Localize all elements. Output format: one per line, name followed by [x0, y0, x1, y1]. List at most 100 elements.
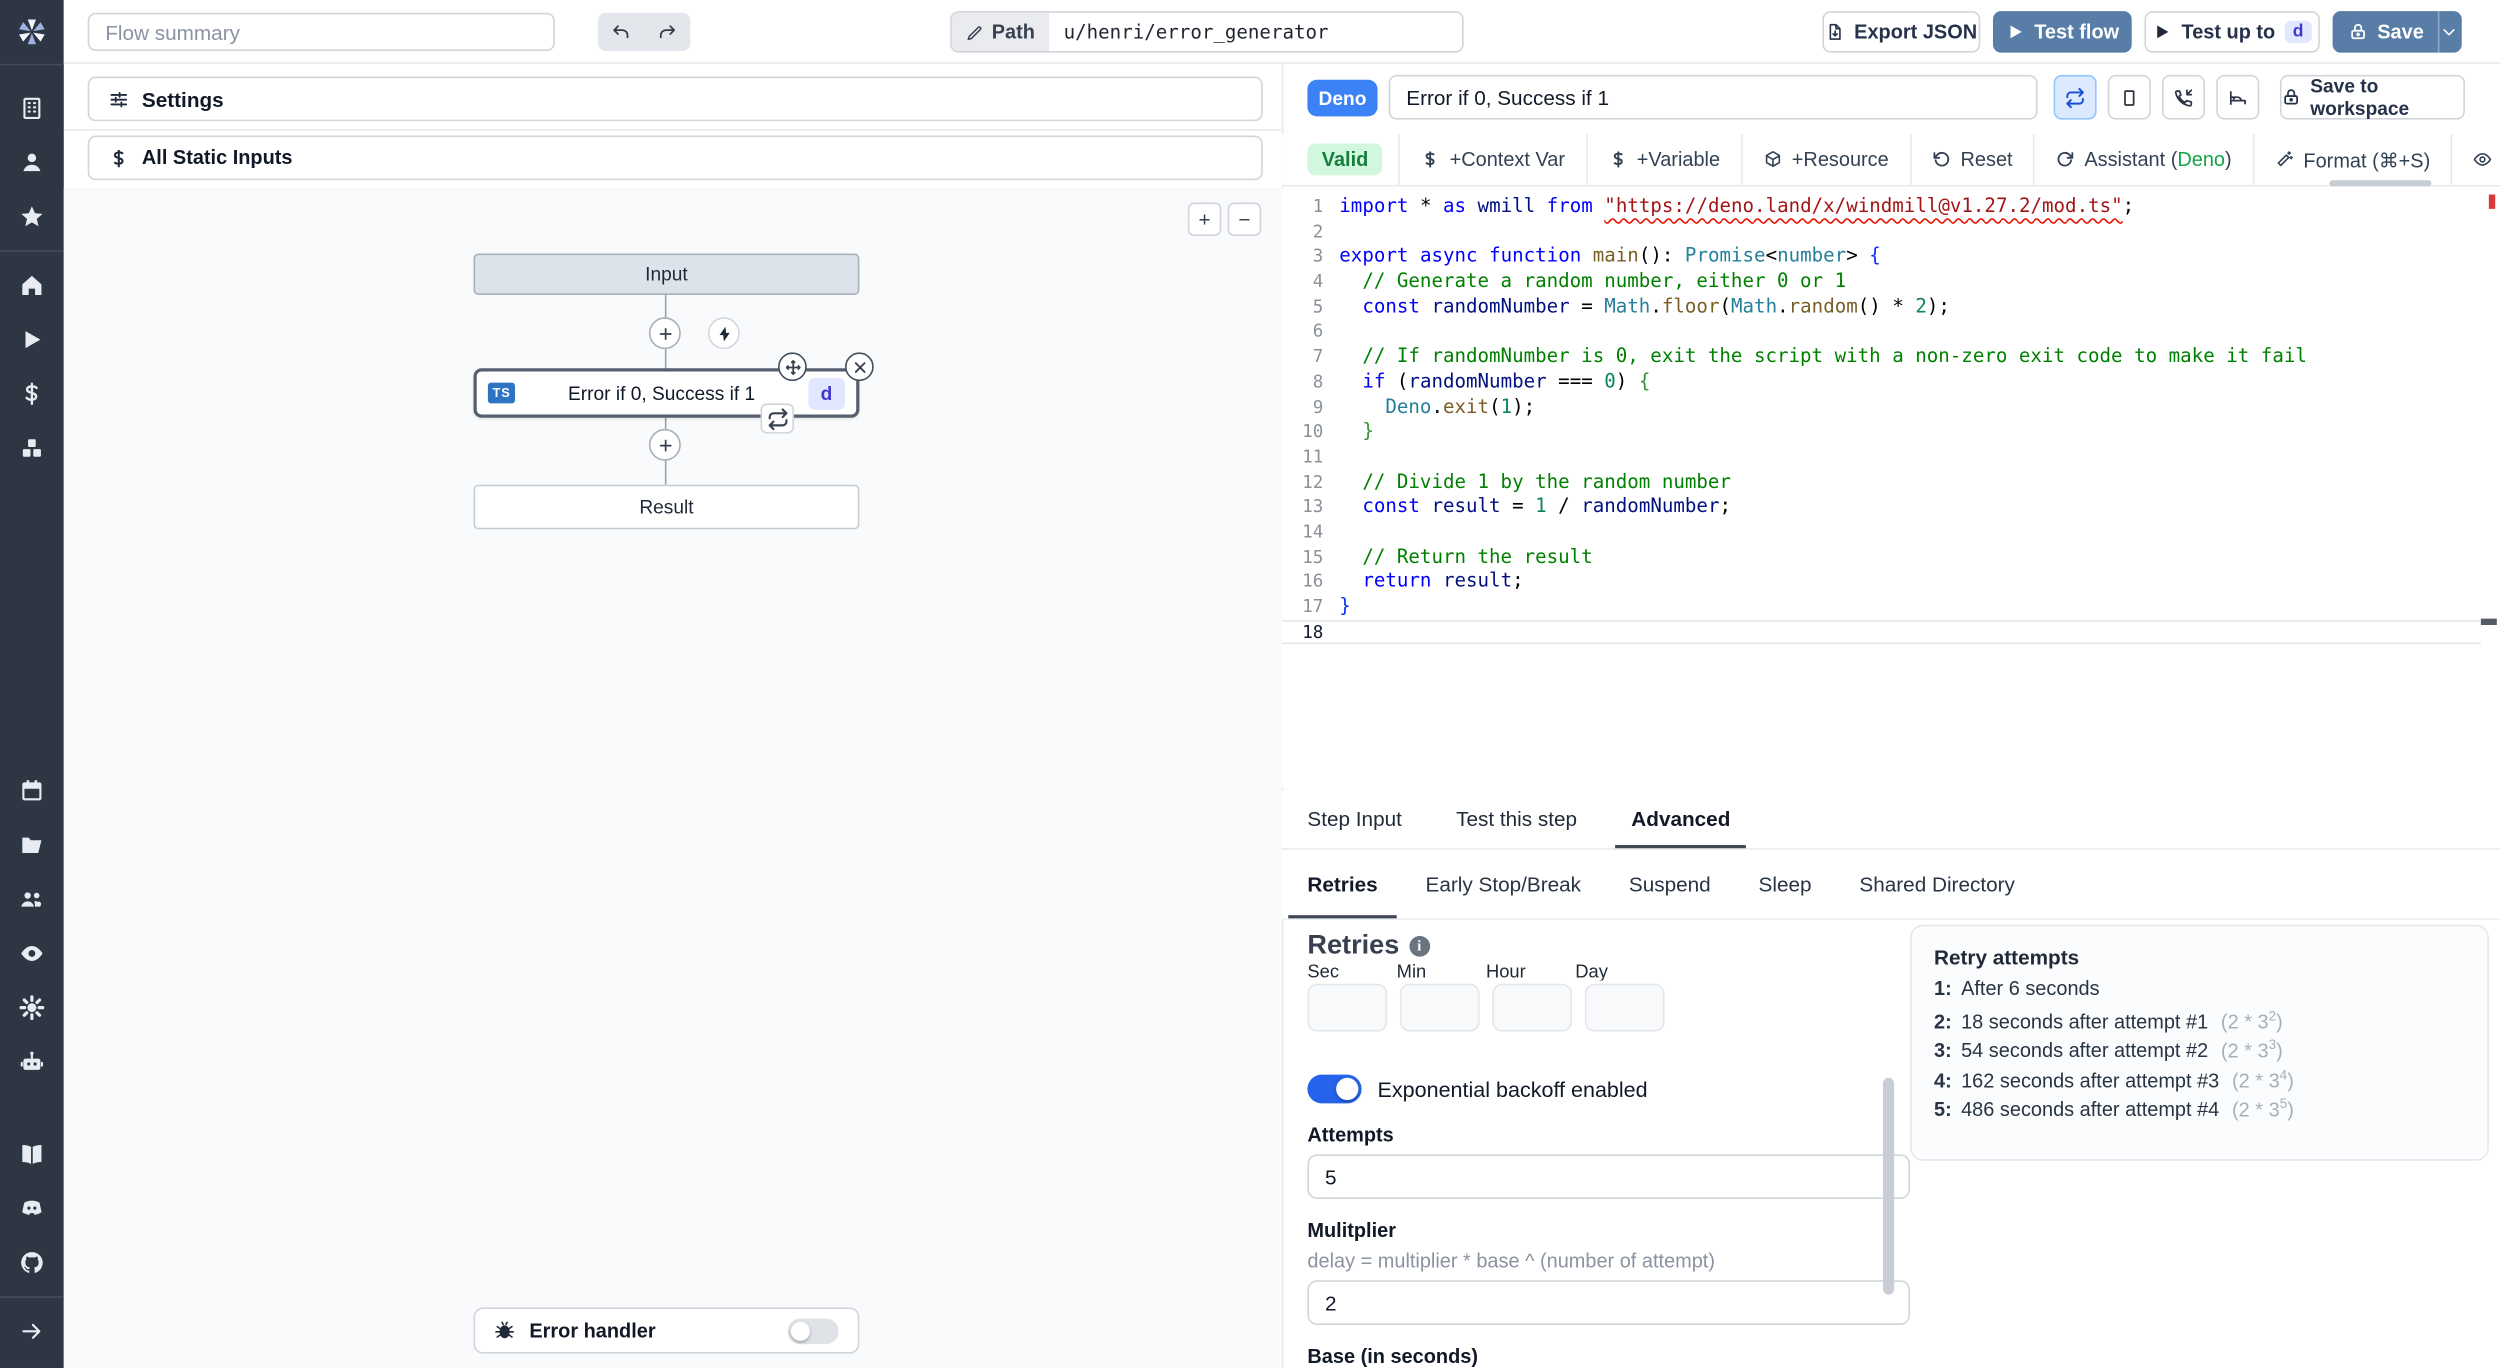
add-step-button[interactable]: [648, 317, 681, 350]
subtab-suspend[interactable]: Suspend: [1629, 872, 1711, 918]
export-json-button[interactable]: Export JSON: [1822, 11, 1981, 53]
flow-summary-input[interactable]: [87, 12, 555, 52]
tab-step-input[interactable]: Step Input: [1307, 807, 1402, 848]
step-id-badge: d: [807, 377, 846, 409]
add-resource-button[interactable]: +Resource: [1742, 148, 1909, 171]
dollar-icon: [1608, 150, 1627, 169]
error-handler-row[interactable]: Error handler: [473, 1307, 860, 1354]
format-button[interactable]: Format (⌘+S): [2254, 147, 2451, 171]
suspend-quick-button[interactable]: [2161, 74, 2206, 120]
app-sidebar: [0, 0, 64, 1368]
flow-settings-label: Settings: [141, 86, 224, 111]
step-retry-indicator[interactable]: [760, 403, 795, 434]
path-field[interactable]: Path u/henri/error_generator: [950, 11, 1464, 53]
assistant-button[interactable]: Assistant (Deno): [2035, 148, 2253, 171]
multiplier-input[interactable]: [1307, 1280, 1911, 1325]
retries-quick-button[interactable]: [2053, 74, 2097, 120]
info-icon[interactable]: i: [1408, 935, 1430, 956]
user-icon[interactable]: [0, 139, 64, 187]
editor-toolbar: Valid +Context Var +Variable +Resource R…: [1281, 133, 2500, 187]
audit-eye-icon[interactable]: [0, 930, 64, 978]
subtab-retries[interactable]: Retries: [1288, 872, 1397, 919]
rotate-ccw-icon: [1932, 150, 1951, 169]
subtab-shared-directory[interactable]: Shared Directory: [1859, 872, 2015, 918]
tab-advanced[interactable]: Advanced: [1615, 807, 1747, 849]
phone-icon: [2173, 87, 2194, 108]
docs-book-icon[interactable]: [0, 1130, 64, 1178]
add-variable-button[interactable]: +Variable: [1587, 148, 1740, 171]
retries-heading: Retries i: [1307, 930, 1894, 962]
redo-icon[interactable]: [644, 13, 690, 51]
save-to-workspace-button[interactable]: Save to workspace: [2279, 74, 2465, 120]
flow-graph-canvas[interactable]: [63, 188, 1282, 1368]
groups-icon[interactable]: [0, 875, 64, 923]
attempts-label: Attempts: [1307, 1124, 1394, 1147]
path-value[interactable]: u/henri/error_generator: [1049, 13, 1343, 51]
all-static-inputs-row[interactable]: All Static Inputs: [87, 135, 1263, 181]
graph-result-node[interactable]: Result: [473, 484, 860, 530]
retries-panel: Retries i Sec Min Hour Day Exponential b…: [1307, 930, 1911, 1368]
runs-play-icon[interactable]: [0, 316, 64, 364]
zoom-in-button[interactable]: +: [1187, 202, 1222, 236]
repeat-icon: [766, 407, 788, 430]
subtab-early-stop[interactable]: Early Stop/Break: [1426, 872, 1582, 918]
test-up-to-button[interactable]: Test up to d: [2144, 11, 2320, 53]
expand-sidebar-icon[interactable]: [0, 1307, 64, 1355]
undo-icon[interactable]: [598, 13, 644, 51]
retry-hour-input[interactable]: [1492, 983, 1573, 1032]
step-tabs: Step Input Test this step Advanced: [1281, 790, 2500, 850]
save-menu-chevron-icon[interactable]: [2439, 13, 2460, 51]
move-step-button[interactable]: [778, 352, 807, 382]
toolbar-scrollbar[interactable]: [2329, 180, 2432, 187]
retry-attempt-row: 3: 54 seconds after attempt #2 (2 * 33): [1933, 1036, 2283, 1063]
github-icon[interactable]: [0, 1239, 64, 1287]
error-handler-toggle[interactable]: [787, 1317, 839, 1344]
base-label: Base (in seconds): [1307, 1345, 1478, 1368]
sleep-quick-button[interactable]: [2216, 74, 2260, 120]
folders-icon[interactable]: [0, 821, 64, 869]
undo-redo-group: [597, 12, 691, 52]
eye-icon: [2473, 150, 2492, 169]
save-split-button: Save: [2332, 11, 2462, 53]
retry-day-input[interactable]: [1584, 983, 1665, 1032]
early-stop-quick-button[interactable]: [2107, 74, 2151, 120]
code-editor[interactable]: 1 import * as wmill from "https://deno.la…: [1281, 188, 2500, 788]
dollar-icon: [1421, 150, 1440, 169]
workers-robot-icon[interactable]: [0, 1038, 64, 1086]
subtab-sleep[interactable]: Sleep: [1759, 872, 1812, 918]
save-button[interactable]: Save: [2334, 13, 2438, 51]
flow-settings-row[interactable]: Settings: [87, 76, 1263, 122]
exponential-backoff-toggle[interactable]: [1307, 1074, 1362, 1104]
all-static-inputs-label: All Static Inputs: [141, 146, 293, 170]
delete-step-button[interactable]: [845, 352, 874, 382]
dollar-icon: [108, 147, 129, 168]
trigger-bolt-button[interactable]: [707, 317, 740, 350]
resources-icon[interactable]: [0, 424, 64, 472]
play-icon: [2153, 22, 2172, 41]
test-flow-button[interactable]: Test flow: [1992, 11, 2132, 53]
add-step-below-button[interactable]: [648, 428, 681, 461]
zoom-out-button[interactable]: −: [1227, 202, 1262, 236]
refresh-icon: [2056, 150, 2075, 169]
home-icon[interactable]: [0, 261, 64, 309]
discord-icon[interactable]: [0, 1185, 64, 1233]
bug-icon: [494, 1320, 515, 1341]
retry-sec-input[interactable]: [1307, 983, 1388, 1032]
add-context-var-button[interactable]: +Context Var: [1400, 148, 1586, 171]
reset-button[interactable]: Reset: [1911, 148, 2033, 171]
tab-test-this-step[interactable]: Test this step: [1456, 807, 1577, 848]
retries-scrollbar[interactable]: [1882, 1077, 1895, 1295]
attempts-input[interactable]: [1307, 1154, 1911, 1199]
workspace-icon[interactable]: [0, 85, 64, 133]
package-icon: [1763, 150, 1782, 169]
graph-input-node[interactable]: Input: [473, 253, 860, 295]
step-name-input[interactable]: [1388, 74, 2038, 120]
bolt-icon: [715, 324, 733, 342]
explore-scripts-button[interactable]: Explore other s: [2453, 148, 2500, 170]
favorites-star-icon[interactable]: [0, 193, 64, 241]
windmill-logo-icon[interactable]: [0, 0, 64, 66]
retry-min-input[interactable]: [1399, 983, 1480, 1032]
schedules-calendar-icon[interactable]: [0, 767, 64, 815]
variables-dollar-icon[interactable]: [0, 370, 64, 418]
settings-gear-icon[interactable]: [0, 984, 64, 1032]
